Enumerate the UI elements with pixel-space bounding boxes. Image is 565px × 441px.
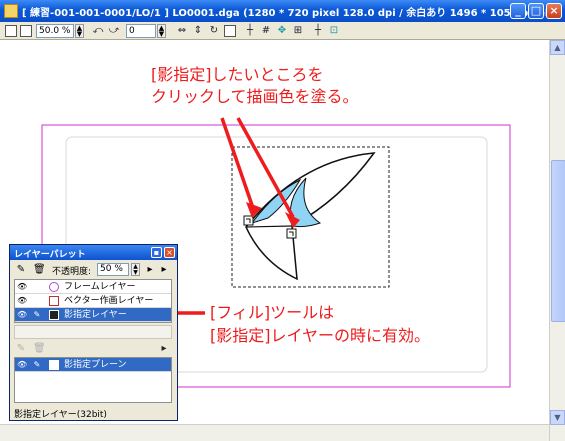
layer-palette: レイヤーパレット ▪ × ✎ 🗑 不透明度: 50 % ▲ ▼ ▸ ▸ 👁 フレー… <box>9 244 178 421</box>
palette-splitter[interactable] <box>14 325 172 339</box>
frame-layer-icon <box>49 282 59 292</box>
window-title: [ 練習-001-001-0001/LO/1 ] LO0001.dga (128… <box>22 8 553 19</box>
eye-icon[interactable]: 👁 <box>17 282 27 292</box>
eye-icon[interactable]: 👁 <box>17 296 27 306</box>
vertical-scrollbar[interactable]: ▲ ▼ <box>549 40 565 441</box>
palette-titlebar[interactable]: レイヤーパレット ▪ × <box>10 245 177 260</box>
plane-list: 👁 ✎ 影指定プレーン <box>14 357 172 403</box>
flip-vertical-icon[interactable]: ⇕ <box>192 25 204 37</box>
close-button[interactable]: × <box>546 3 562 19</box>
palette-menu-icon[interactable]: ▸ <box>158 264 170 276</box>
delete-plane-icon[interactable]: 🗑 <box>33 343 46 355</box>
rotate-view-icon[interactable]: ↻ <box>208 25 220 37</box>
layer-list: 👁 フレームレイヤー 👁 ベクター作画レイヤー 👁 ✎ 影指定レイヤー <box>14 279 172 323</box>
fill-cursor-icon-2 <box>286 228 297 239</box>
palette-title: レイヤーパレット <box>14 250 86 260</box>
opacity-label: 不透明度: <box>52 267 92 277</box>
title-bar: [ 練習-001-001-0001/LO/1 ] LO0001.dga (128… <box>0 0 565 22</box>
pen-icon[interactable]: ✎ <box>32 360 42 370</box>
ruler-icon[interactable]: ┼ <box>244 25 256 37</box>
vector-layer-icon <box>49 296 59 306</box>
plane-toolbar: ✎ 🗑 ▸ <box>10 341 177 357</box>
layer-row-vector[interactable]: 👁 ベクター作画レイヤー <box>15 294 171 308</box>
eye-icon[interactable]: 👁 <box>17 360 27 370</box>
shadow-layer-icon <box>49 310 59 320</box>
flip-horizontal-icon[interactable]: ⇔ <box>176 25 188 37</box>
palette-minimize-button[interactable]: ▪ <box>151 247 162 258</box>
scroll-down-icon[interactable]: ▼ <box>550 410 565 425</box>
app-icon <box>4 4 18 18</box>
opacity-slider-icon[interactable]: ▸ <box>144 264 156 276</box>
scroll-up-icon[interactable]: ▲ <box>550 40 565 55</box>
fit-page-icon[interactable] <box>224 25 236 37</box>
zoom-in-icon[interactable] <box>5 25 17 37</box>
rotate-left-icon[interactable]: ⤺ <box>92 25 104 37</box>
zoom-input[interactable]: 50.0 % <box>36 24 74 38</box>
opacity-spinner[interactable]: ▲ ▼ <box>131 263 140 276</box>
maximize-button[interactable]: □ <box>528 3 544 19</box>
frame-ruler-icon[interactable]: ┼ <box>312 25 324 37</box>
opacity-input[interactable]: 50 % <box>97 263 129 276</box>
snap-icon[interactable]: ⊞ <box>292 25 304 37</box>
plane-row-shadow[interactable]: 👁 ✎ 影指定プレーン <box>15 358 171 372</box>
eye-icon[interactable]: 👁 <box>17 310 27 320</box>
layer-row-frame[interactable]: 👁 フレームレイヤー <box>15 280 171 294</box>
new-plane-icon[interactable]: ✎ <box>15 343 27 355</box>
fill-cursor-icon <box>243 215 254 226</box>
guide-icon[interactable]: ✥ <box>276 25 288 37</box>
rotate-right-icon[interactable]: ⤻ <box>108 25 120 37</box>
plane-name: 影指定プレーン <box>64 360 127 370</box>
frame-grid-icon[interactable]: ⊡ <box>328 25 340 37</box>
palette-close-button[interactable]: × <box>164 247 175 258</box>
pen-icon[interactable]: ✎ <box>32 310 42 320</box>
grid-icon[interactable]: # <box>260 25 272 37</box>
minimize-button[interactable]: _ <box>510 3 526 19</box>
palette-status: 影指定レイヤー(32bit) <box>14 410 107 420</box>
annotation-top-line1: [影指定]したいところを <box>151 65 324 84</box>
plane-menu-icon[interactable]: ▸ <box>158 343 170 355</box>
delete-layer-icon[interactable]: 🗑 <box>33 264 46 276</box>
layer-name: 影指定レイヤー <box>64 310 127 320</box>
new-layer-icon[interactable]: ✎ <box>15 264 27 276</box>
rotation-spinner[interactable]: ▲ ▼ <box>157 24 166 38</box>
vertical-scroll-thumb[interactable] <box>551 160 565 322</box>
rotation-input[interactable]: 0 <box>126 24 156 38</box>
palette-toolbar: ✎ 🗑 不透明度: 50 % ▲ ▼ ▸ ▸ <box>10 261 177 279</box>
horizontal-scrollbar[interactable] <box>0 424 549 441</box>
layer-name: フレームレイヤー <box>64 282 136 292</box>
annotation-top-line2: クリックして描画色を塗る。 <box>151 87 359 106</box>
zoom-out-icon[interactable] <box>20 25 32 37</box>
layer-name: ベクター作画レイヤー <box>64 296 154 306</box>
zoom-spinner[interactable]: ▲ ▼ <box>75 24 84 38</box>
annotation-right-line1: [フィル]ツールは <box>210 303 335 322</box>
toolbar: 50.0 % ▲ ▼ ⤺ ⤻ 0 ▲ ▼ ⇔ ⇕ ↻ ┼ # ✥ ⊞ ┼ ⊡ <box>0 22 565 40</box>
plane-icon <box>49 360 59 370</box>
layer-row-shadow[interactable]: 👁 ✎ 影指定レイヤー <box>15 308 171 322</box>
annotation-right-line2: [影指定]レイヤーの時に有効。 <box>210 326 431 345</box>
